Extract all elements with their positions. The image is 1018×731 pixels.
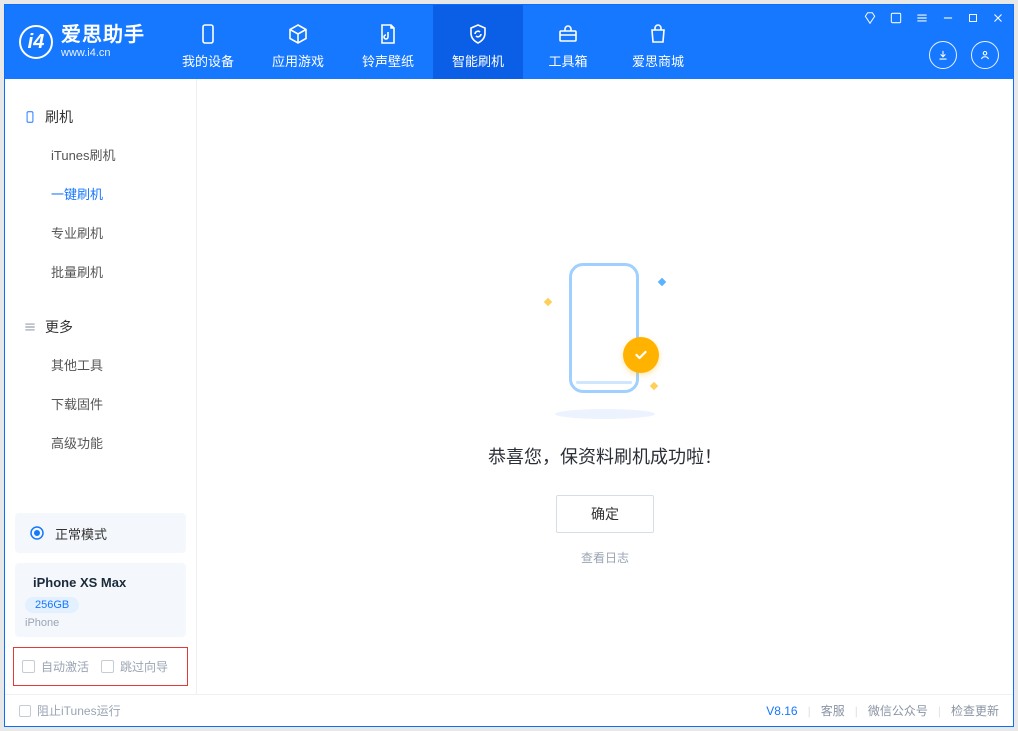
sparkle-icon: [658, 278, 666, 286]
checkbox-icon: [101, 660, 114, 673]
success-message: 恭喜您，保资料刷机成功啦！: [488, 443, 722, 469]
app-title: 爱思助手: [61, 24, 145, 47]
check-badge-icon: [623, 337, 659, 373]
sidebar-item-itunes-flash[interactable]: iTunes刷机: [5, 135, 196, 174]
sidebar-head-label: 刷机: [45, 107, 73, 127]
sidebar-head-label: 更多: [45, 317, 73, 337]
sidebar-item-onekey-flash[interactable]: 一键刷机: [5, 174, 196, 213]
checkbox-auto-activate[interactable]: 自动激活: [22, 658, 89, 675]
version-label: V8.16: [766, 704, 797, 718]
main-content: 恭喜您，保资料刷机成功啦！ 确定 查看日志: [197, 79, 1013, 694]
sidebar-head-more: 更多: [5, 307, 196, 345]
cube-icon: [285, 21, 311, 47]
success-illustration: [545, 259, 665, 419]
logo-icon: i4: [19, 25, 53, 59]
device-capacity: 256GB: [25, 597, 79, 613]
device-sub: iPhone: [25, 617, 176, 629]
menu-icon[interactable]: [915, 11, 929, 28]
phone-outline-icon: [569, 263, 639, 393]
sidebar-head-flash: 刷机: [5, 97, 196, 135]
separator: |: [808, 704, 811, 718]
checkbox-label: 跳过向导: [120, 658, 168, 675]
sidebar-item-other-tools[interactable]: 其他工具: [5, 345, 196, 384]
titlebar-right-icons: [929, 41, 999, 69]
toolbox-icon: [555, 21, 581, 47]
device-card[interactable]: iPhone XS Max 256GB iPhone: [15, 563, 186, 637]
top-tabs: 我的设备 应用游戏 铃声壁纸 智能刷机 工具箱 爱思商城: [163, 5, 703, 79]
music-file-icon: [375, 21, 401, 47]
app-window: i4 爱思助手 www.i4.cn 我的设备 应用游戏 铃声壁纸 智能刷机: [4, 4, 1014, 727]
tab-label: 工具箱: [548, 51, 587, 70]
separator: |: [855, 704, 858, 718]
footer-link-wechat[interactable]: 微信公众号: [868, 702, 928, 719]
device-name: iPhone XS Max: [33, 575, 126, 590]
logo-area: i4 爱思助手 www.i4.cn: [5, 5, 163, 79]
checkbox-skip-guide[interactable]: 跳过向导: [101, 658, 168, 675]
titlebar: i4 爱思助手 www.i4.cn 我的设备 应用游戏 铃声壁纸 智能刷机: [5, 5, 1013, 79]
feedback-icon[interactable]: [863, 11, 877, 28]
logo-text: 爱思助手 www.i4.cn: [61, 24, 145, 60]
list-icon: [23, 320, 37, 334]
shadow: [555, 409, 655, 419]
tab-store[interactable]: 爱思商城: [613, 5, 703, 79]
sidebar-section-flash: 刷机 iTunes刷机 一键刷机 专业刷机 批量刷机: [5, 89, 196, 299]
tab-ringtone-wallpaper[interactable]: 铃声壁纸: [343, 5, 433, 79]
maximize-button[interactable]: [967, 12, 979, 27]
sidebar-item-pro-flash[interactable]: 专业刷机: [5, 213, 196, 252]
sparkle-icon: [650, 382, 658, 390]
footer: 阻止iTunes运行 V8.16 | 客服 | 微信公众号 | 检查更新: [5, 694, 1013, 726]
sparkle-icon: [544, 298, 552, 306]
app-subtitle: www.i4.cn: [61, 47, 145, 60]
shopping-bag-icon: [645, 21, 671, 47]
mode-label: 正常模式: [55, 524, 107, 543]
view-log-link[interactable]: 查看日志: [581, 549, 629, 566]
tab-label: 铃声壁纸: [362, 51, 414, 70]
sidebar: 刷机 iTunes刷机 一键刷机 专业刷机 批量刷机 更多 其他工具 下载固件 …: [5, 79, 197, 694]
tab-label: 爱思商城: [632, 51, 684, 70]
footer-link-support[interactable]: 客服: [821, 702, 845, 719]
sidebar-item-download-firmware[interactable]: 下载固件: [5, 384, 196, 423]
sidebar-section-more: 更多 其他工具 下载固件 高级功能: [5, 299, 196, 470]
checkbox-label: 阻止iTunes运行: [37, 702, 121, 719]
window-controls: [863, 11, 1005, 28]
sidebar-item-advanced[interactable]: 高级功能: [5, 423, 196, 462]
skin-icon[interactable]: [889, 11, 903, 28]
separator: |: [938, 704, 941, 718]
tab-my-device[interactable]: 我的设备: [163, 5, 253, 79]
refresh-shield-icon: [465, 21, 491, 47]
phone-icon: [23, 110, 37, 124]
body: 刷机 iTunes刷机 一键刷机 专业刷机 批量刷机 更多 其他工具 下载固件 …: [5, 79, 1013, 694]
tab-label: 我的设备: [182, 51, 234, 70]
checkbox-label: 自动激活: [41, 658, 89, 675]
user-icon[interactable]: [971, 41, 999, 69]
close-button[interactable]: [991, 11, 1005, 28]
checkbox-icon: [22, 660, 35, 673]
checkbox-block-itunes[interactable]: 阻止iTunes运行: [19, 702, 121, 719]
sidebar-item-batch-flash[interactable]: 批量刷机: [5, 252, 196, 291]
tab-smart-flash[interactable]: 智能刷机: [433, 5, 523, 79]
mode-card[interactable]: 正常模式: [15, 513, 186, 553]
tab-toolbox[interactable]: 工具箱: [523, 5, 613, 79]
tab-label: 智能刷机: [452, 51, 504, 70]
tab-label: 应用游戏: [272, 51, 324, 70]
device-icon: [195, 21, 221, 47]
tab-apps-games[interactable]: 应用游戏: [253, 5, 343, 79]
minimize-button[interactable]: [941, 11, 955, 28]
download-icon[interactable]: [929, 41, 957, 69]
mode-icon: [27, 523, 47, 543]
checkbox-icon: [19, 705, 31, 717]
ok-button[interactable]: 确定: [556, 495, 654, 533]
highlight-options: 自动激活 跳过向导: [13, 647, 188, 686]
footer-link-update[interactable]: 检查更新: [951, 702, 999, 719]
